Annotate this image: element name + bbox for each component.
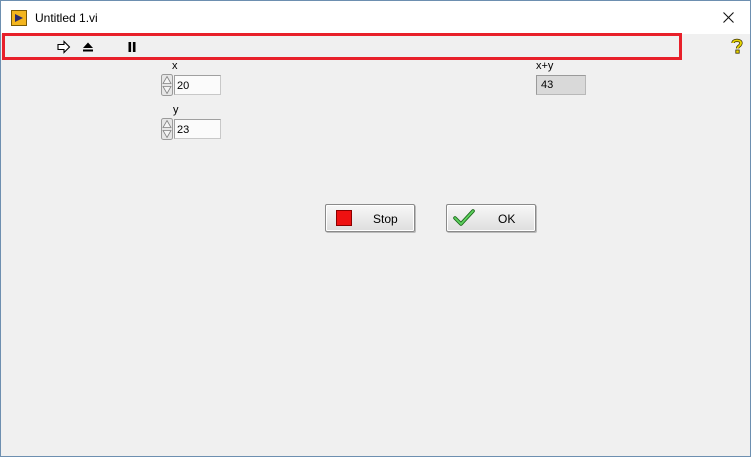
run-button[interactable] (57, 40, 71, 54)
y-numeric-control (161, 118, 225, 140)
abort-button[interactable] (81, 40, 95, 54)
x-increment-decrement[interactable] (161, 74, 173, 96)
close-icon (722, 12, 734, 23)
y-increment-decrement[interactable] (161, 118, 173, 140)
ok-button[interactable]: OK (446, 204, 536, 232)
spinner-arrows-icon (161, 118, 173, 140)
close-button[interactable] (706, 1, 750, 34)
stop-square-icon (336, 210, 352, 226)
x-numeric-control (161, 74, 225, 96)
pause-icon (128, 42, 136, 52)
checkmark-icon (453, 209, 475, 226)
sum-indicator-label: x+y (536, 60, 554, 72)
y-input[interactable] (174, 119, 221, 139)
x-input[interactable] (174, 75, 221, 95)
window-title: Untitled 1.vi (35, 11, 98, 25)
pause-button[interactable] (125, 40, 139, 54)
vi-front-panel-window: Untitled 1.vi x 20 y 23 x+y 43 Stop OK (0, 0, 751, 457)
spinner-arrows-icon (161, 74, 173, 96)
title-bar: Untitled 1.vi (1, 1, 750, 34)
labview-vi-icon (11, 10, 27, 26)
context-help-icon (731, 38, 743, 54)
context-help-button[interactable] (730, 38, 744, 54)
toolbar (2, 33, 682, 60)
stop-button-label: Stop (373, 212, 398, 226)
abort-execution-icon (83, 42, 93, 52)
run-arrow-icon (57, 40, 71, 54)
ok-button-label: OK (498, 212, 516, 226)
sum-indicator: 43 (536, 75, 586, 95)
y-control-label: y (173, 104, 179, 116)
stop-button[interactable]: Stop (325, 204, 415, 232)
x-control-label: x (172, 60, 178, 72)
